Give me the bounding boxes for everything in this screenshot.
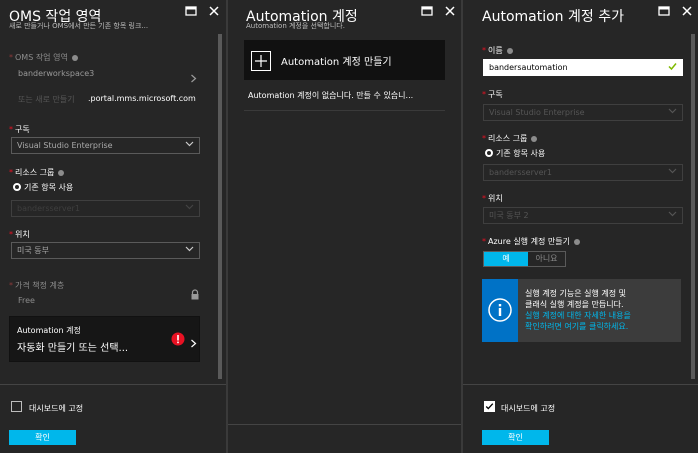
chevron-right-icon (189, 333, 198, 348)
footer-divider (0, 384, 226, 385)
pricing-value: Free (18, 296, 35, 305)
location-select[interactable]: 미국 동부 (11, 242, 200, 259)
subscription-select[interactable]: Visual Studio Enterprise (11, 137, 200, 154)
name-input[interactable]: bandersautomation (483, 59, 683, 76)
info-link1[interactable]: 실행 계정에 대한 자세한 내용을 (525, 310, 631, 321)
pin-dashboard-label: 대시보드에 고정 (501, 404, 556, 413)
empty-message: Automation 계정이 없습니다. 만들 수 있습니... (248, 91, 414, 100)
close-icon[interactable] (681, 5, 693, 17)
automation-account-card[interactable]: Automation 계정 자동화 만들기 또는 선택... (9, 316, 200, 362)
pricing-label: * 가격 책정 계층 (9, 281, 65, 290)
toggle-no[interactable]: 아니요 (528, 252, 565, 266)
info-icon-panel (482, 279, 518, 342)
chevron-down-icon (185, 202, 194, 211)
resource-group-label: * 리소스 그룹 (482, 133, 538, 144)
chevron-down-icon (668, 106, 677, 115)
toggle-yes[interactable]: 예 (484, 252, 528, 266)
scrollbar[interactable] (691, 34, 695, 379)
chevron-right-icon (189, 68, 198, 83)
resource-group-select[interactable]: bandersserver1 (11, 200, 200, 217)
plus-icon (251, 51, 271, 71)
ok-button[interactable]: 확인 (9, 430, 76, 445)
chevron-down-icon (185, 139, 194, 148)
blade-add-automation-account: Automation 계정 추가 * 이름 bandersautomation *… (463, 0, 698, 453)
create-automation-account-button[interactable]: Automation 계정 만들기 (244, 40, 445, 80)
location-label: * 위치 (482, 194, 503, 203)
checkmark-icon (668, 62, 677, 71)
create-label: Automation 계정 만들기 (281, 57, 392, 68)
footer-divider (463, 384, 698, 385)
lock-icon (190, 285, 200, 300)
runas-toggle[interactable]: 예 아니요 (483, 251, 566, 267)
chevron-down-icon (668, 209, 677, 218)
info-icon (488, 298, 512, 322)
resource-group-label: * 리소스 그룹 (9, 167, 65, 178)
subscription-label: * 구독 (9, 125, 30, 134)
footer-divider (228, 424, 461, 425)
rg-use-existing-radio[interactable]: 기존 항목 사용 (485, 148, 545, 159)
chevron-down-icon (185, 244, 194, 253)
name-label: * 이름 (482, 45, 513, 56)
close-icon[interactable] (444, 5, 456, 17)
rg-use-existing-radio[interactable]: 기존 항목 사용 (13, 182, 73, 193)
pin-dashboard-checkbox[interactable] (11, 401, 22, 412)
info-line1: 실행 계정 기능은 실행 계정 및 (525, 289, 627, 298)
list-divider (244, 110, 445, 111)
info-line2: 클래식 실행 계정을 만듭니다. (525, 300, 624, 309)
workspace-value[interactable]: banderworkspace3 (18, 69, 94, 78)
location-select[interactable]: 미국 동부 2 (483, 207, 683, 224)
blade-automation-accounts: Automation 계정 Automation 계정을 선택합니다. Auto… (228, 0, 461, 453)
blade-subtitle: 새로 만들거나 OMS에서 만든 기존 항목 링크... (9, 22, 149, 30)
pin-dashboard-label: 대시보드에 고정 (29, 404, 84, 413)
ok-button[interactable]: 확인 (482, 430, 549, 445)
automation-card-title: Automation 계정 (17, 326, 81, 335)
portal-suffix: .portal.mms.microsoft.com (88, 94, 196, 103)
error-icon (171, 331, 185, 346)
subscription-select[interactable]: Visual Studio Enterprise (483, 104, 683, 121)
runas-label: * Azure 실행 계정 만들기 (482, 236, 580, 247)
subscription-label: * 구독 (482, 90, 503, 99)
scrollbar[interactable] (218, 34, 222, 379)
restore-icon[interactable] (421, 5, 433, 17)
blade-subtitle: Automation 계정을 선택합니다. (246, 22, 345, 30)
blade-oms-workspace: OMS 작업 영역 새로 만들거나 OMS에서 만든 기존 항목 링크... *… (0, 0, 226, 453)
restore-icon[interactable] (185, 5, 197, 17)
workspace-new-placeholder[interactable]: 또는 새로 만들기 (18, 94, 75, 105)
close-icon[interactable] (208, 5, 220, 17)
chevron-down-icon (668, 166, 677, 175)
runas-info-box: 실행 계정 기능은 실행 계정 및 클래식 실행 계정을 만듭니다. 실행 계정… (482, 279, 681, 342)
restore-icon[interactable] (658, 5, 670, 17)
pin-dashboard-checkbox[interactable] (484, 401, 495, 412)
automation-card-subtitle: 자동화 만들기 또는 선택... (17, 343, 129, 354)
blade-title: Automation 계정 추가 (482, 9, 624, 25)
workspace-label: * OMS 작업 영역 (9, 52, 78, 63)
info-link2[interactable]: 확인하려면 여기를 클릭하세요. (525, 321, 628, 332)
resource-group-select[interactable]: bandersserver1 (483, 164, 683, 181)
location-label: * 위치 (9, 230, 30, 239)
